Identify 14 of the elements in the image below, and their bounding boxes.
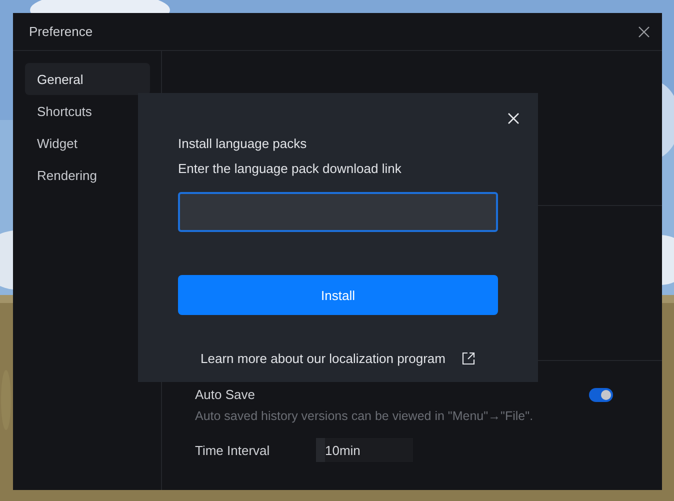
install-button[interactable]: Install: [178, 275, 498, 315]
toggle-switch[interactable]: [589, 388, 613, 402]
auto-save-label: Auto Save: [195, 387, 255, 402]
sidebar-item[interactable]: General: [25, 63, 150, 95]
time-interval-field[interactable]: 10min: [316, 438, 413, 462]
download-link-field[interactable]: [178, 192, 498, 232]
localization-link[interactable]: Learn more about our localization program: [200, 351, 446, 366]
window-title: Preference: [29, 24, 93, 39]
external-link-icon[interactable]: [462, 352, 476, 365]
dialog-prompt: Enter the language pack download link: [178, 161, 402, 176]
dialog-title: Install language packs: [178, 136, 308, 151]
close-icon[interactable]: [638, 26, 650, 38]
auto-save-description: Auto saved history versions can be viewed in "Menu"→"File".: [195, 409, 534, 423]
time-interval-label: Time Interval: [195, 442, 271, 458]
